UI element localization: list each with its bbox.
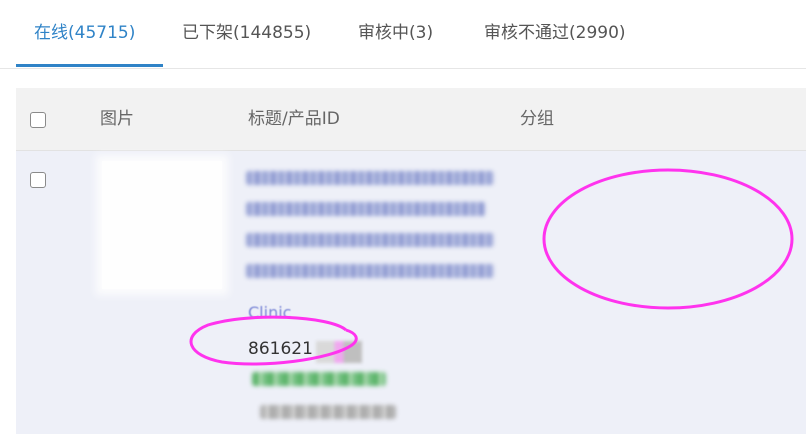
- column-header-group: 分组: [520, 109, 554, 129]
- status-tabs: 在线(45715) 已下架(144855) 审核中(3) 审核不通过(2990): [0, 0, 806, 69]
- redacted-meta-text: [260, 405, 396, 419]
- table-header: 图片 标题/产品ID 分组: [16, 88, 806, 151]
- table-row: Clinic 861621: [16, 151, 806, 434]
- tab-delisted[interactable]: 已下架(144855): [182, 18, 311, 48]
- select-all-checkbox[interactable]: [30, 112, 46, 128]
- redacted-title-line: [246, 264, 494, 278]
- redacted-title-line: [246, 171, 494, 185]
- product-image[interactable]: [102, 161, 222, 289]
- redacted-title-line: [246, 202, 486, 216]
- product-title-tail[interactable]: Clinic: [248, 303, 291, 322]
- redacted-status-text: [252, 372, 386, 386]
- active-tab-indicator: [16, 64, 163, 67]
- redacted-title-line: [246, 233, 494, 247]
- product-id-redaction: [316, 341, 362, 363]
- tab-online[interactable]: 在线(45715): [34, 18, 135, 48]
- product-table: 图片 标题/产品ID 分组 Clinic 861621: [16, 88, 806, 434]
- tab-review-rejected[interactable]: 审核不通过(2990): [484, 18, 626, 48]
- column-header-image: 图片: [100, 109, 134, 129]
- tab-under-review[interactable]: 审核中(3): [358, 18, 433, 48]
- product-id: 861621: [248, 339, 313, 359]
- column-header-title-product-id: 标题/产品ID: [248, 109, 340, 129]
- row-checkbox[interactable]: [30, 172, 46, 188]
- group-cell: [520, 151, 790, 311]
